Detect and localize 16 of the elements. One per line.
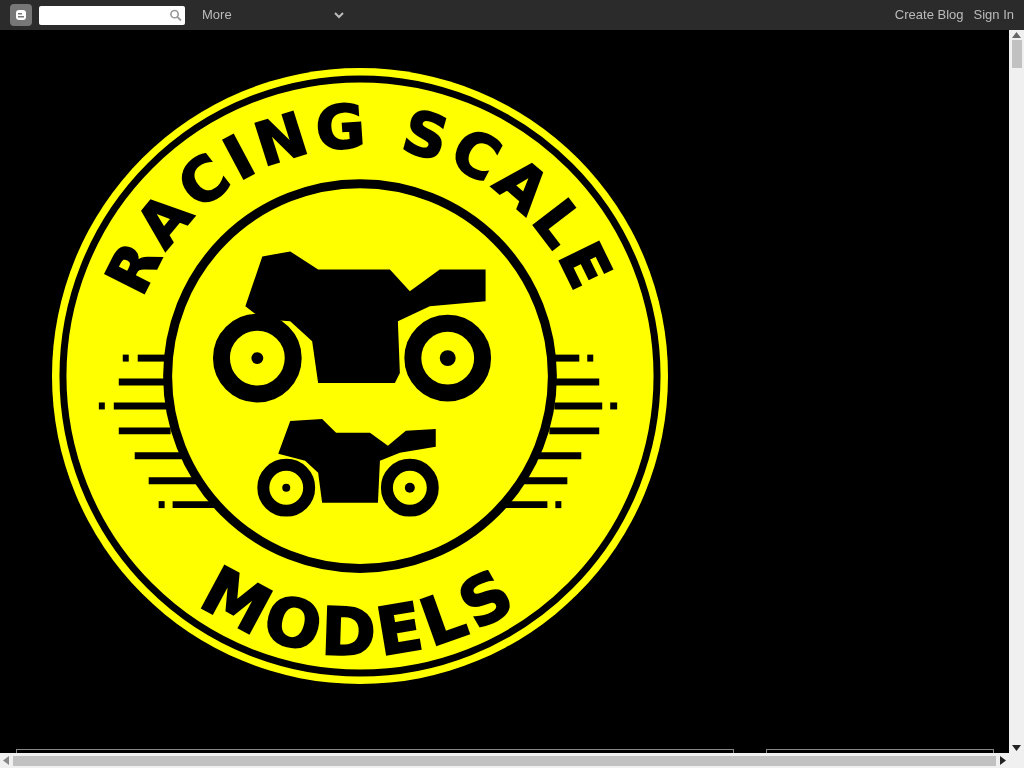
chevron-down-icon [334,11,344,19]
search-field[interactable] [39,5,185,25]
scroll-down-icon[interactable] [1012,745,1021,751]
logo-bottom-text: MODELS [189,551,531,672]
scrollbar-thumb[interactable] [13,755,996,766]
nav-link[interactable]: Sign In [973,5,1014,25]
nav-link[interactable]: Create Blog [894,5,964,25]
search-icon[interactable] [170,8,182,22]
horizontal-scrollbar[interactable] [0,753,1024,768]
vertical-scrollbar[interactable] [1009,30,1024,753]
scroll-left-icon[interactable] [3,756,9,765]
scroll-up-icon[interactable] [1012,32,1021,38]
more-dropdown[interactable]: More [202,5,344,25]
blogger-logo-icon[interactable] [10,4,32,26]
scrollbar-thumb[interactable] [1011,40,1022,68]
scroll-right-icon[interactable] [1000,756,1006,765]
